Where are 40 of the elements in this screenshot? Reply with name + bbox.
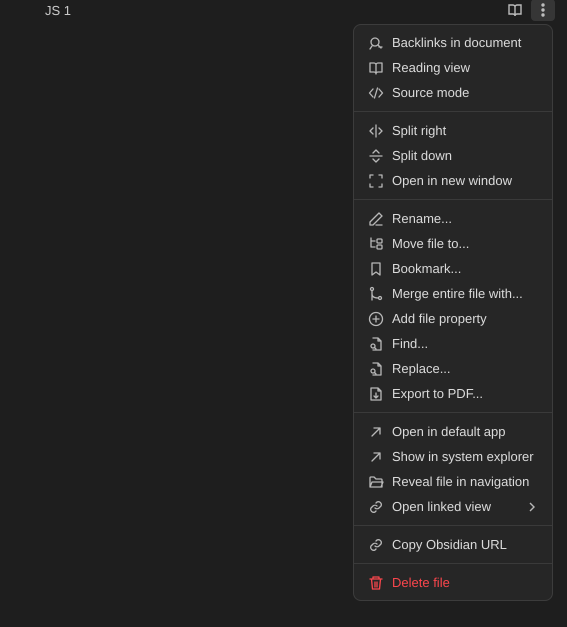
file-search-icon — [368, 360, 384, 376]
menu-item[interactable]: Bookmark... — [354, 256, 552, 281]
menu-item[interactable]: Delete file — [354, 570, 552, 595]
more-options-button[interactable] — [531, 0, 555, 21]
link-icon — [368, 536, 384, 552]
menu-item[interactable]: Rename... — [354, 206, 552, 231]
file-search-icon — [368, 336, 384, 352]
trash-icon — [368, 574, 384, 590]
menu-item[interactable]: Show in system explorer — [354, 444, 552, 469]
menu-item[interactable]: Source mode — [354, 80, 552, 105]
expand-icon — [368, 172, 384, 188]
book-icon — [368, 60, 384, 76]
tab-title: JS 1 — [45, 2, 72, 18]
backlinks-icon — [368, 34, 384, 50]
menu-item[interactable]: Move file to... — [354, 231, 552, 256]
menu-item[interactable]: Find... — [354, 331, 552, 356]
menu-item[interactable]: Replace... — [354, 356, 552, 381]
pencil-icon — [368, 210, 384, 226]
book-icon — [507, 2, 523, 18]
menu-item[interactable]: Reading view — [354, 55, 552, 80]
menu-item[interactable]: Reveal file in navigation — [354, 469, 552, 494]
split-right-icon — [368, 122, 384, 138]
plus-circle-icon — [368, 310, 384, 326]
split-down-icon — [368, 148, 384, 164]
folder-tree-icon — [368, 236, 384, 252]
menu-item[interactable]: Open in default app — [354, 419, 552, 444]
menu-item[interactable]: Split down — [354, 143, 552, 168]
menu-item[interactable]: Add file property — [354, 306, 552, 331]
file-download-icon — [368, 386, 384, 402]
menu-item[interactable]: Open in new window — [354, 168, 552, 193]
menu-item[interactable]: Merge entire file with... — [354, 281, 552, 306]
menu-item[interactable]: Open linked view — [354, 494, 552, 519]
menu-item[interactable]: Copy Obsidian URL — [354, 532, 552, 557]
menu-item[interactable]: Split right — [354, 118, 552, 143]
menu-item[interactable]: Export to PDF... — [354, 381, 552, 406]
code-icon — [368, 84, 384, 100]
merge-icon — [368, 286, 384, 302]
menu-item[interactable]: Backlinks in document — [354, 30, 552, 55]
folder-icon — [368, 474, 384, 490]
link-icon — [368, 498, 384, 514]
